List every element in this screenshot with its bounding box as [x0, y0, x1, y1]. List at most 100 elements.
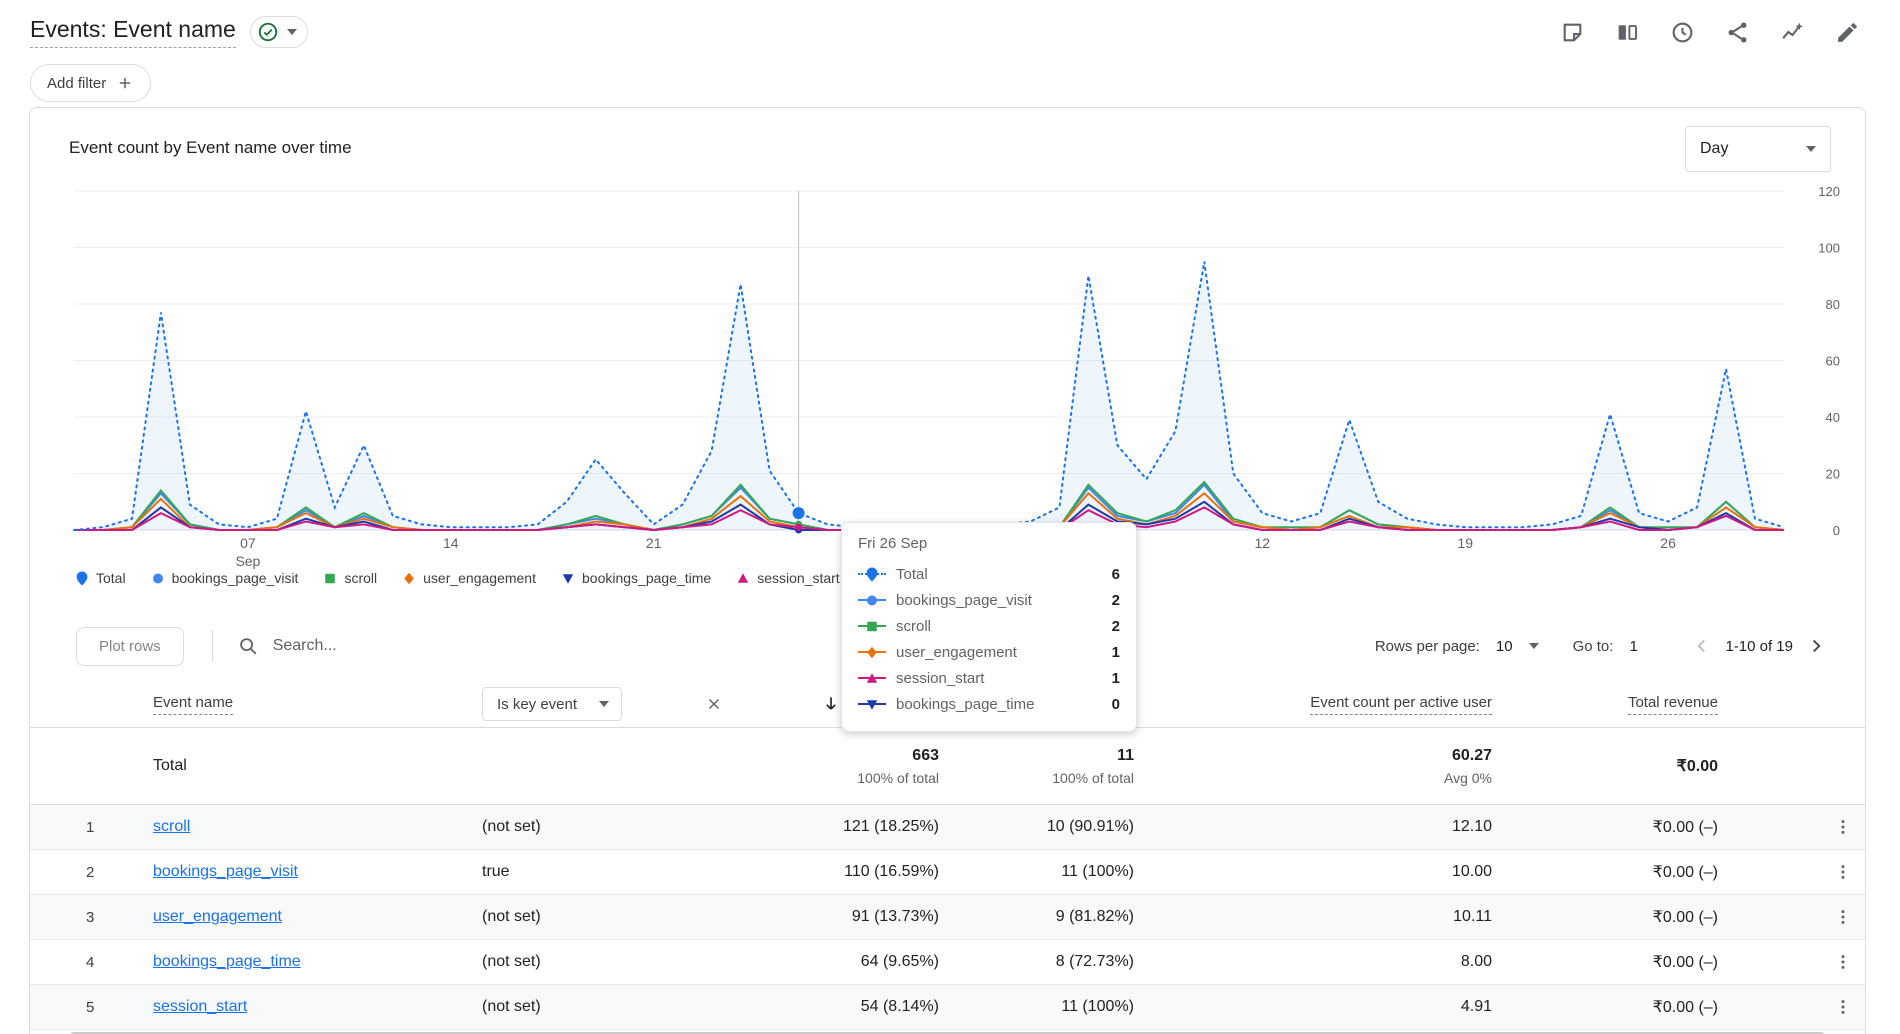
go-to-page-input[interactable] — [1629, 638, 1665, 655]
compare-icon[interactable] — [1615, 20, 1640, 45]
legend-item-bookings-page-time[interactable]: bookings_page_time — [562, 570, 711, 586]
svg-text:120: 120 — [1818, 185, 1840, 199]
event-count-value: 110 (16.59%) — [735, 863, 945, 881]
kebab-menu-icon[interactable] — [1833, 997, 1853, 1017]
tooltip-series-label: Total — [896, 566, 1102, 583]
chevron-down-icon — [287, 29, 297, 35]
event-count-value: 54 (8.14%) — [735, 998, 945, 1016]
event-name-link[interactable]: user_engagement — [153, 908, 282, 925]
event-name-link[interactable]: bookings_page_time — [153, 953, 301, 970]
svg-text:40: 40 — [1826, 410, 1840, 425]
search-input[interactable] — [273, 637, 593, 655]
is-key-event-value: (not set) — [465, 908, 735, 926]
revenue-value: ₹0.00 (–) — [1498, 907, 1724, 927]
insights-icon[interactable] — [1780, 20, 1805, 45]
kebab-menu-icon[interactable] — [1833, 952, 1853, 972]
remove-dimension-icon[interactable] — [705, 695, 723, 713]
kebab-menu-icon[interactable] — [1833, 862, 1853, 882]
event-count-line-chart[interactable]: 02040608010012007Sep14212805Oct121926 — [72, 185, 1862, 575]
events-table: Event name Is key event Event count per … — [30, 681, 1865, 1030]
diamond-marker-icon — [403, 571, 416, 586]
table-row: 3 user_engagement (not set) 91 (13.73%) … — [30, 895, 1865, 940]
total-event-count: 663 — [735, 747, 939, 765]
event-name-link[interactable]: scroll — [153, 818, 190, 835]
diamond-marker-icon — [858, 645, 886, 660]
row-number: 5 — [30, 999, 135, 1016]
check-circle-icon — [257, 21, 279, 43]
legend-label: bookings_page_time — [582, 570, 711, 586]
legend-item-session-start[interactable]: session_start — [737, 570, 839, 586]
row-number: 3 — [30, 909, 135, 926]
event-count-value: 121 (18.25%) — [735, 818, 945, 836]
pagination-range: 1-10 of 19 — [1725, 638, 1793, 655]
tooltip-series-value: 6 — [1112, 566, 1120, 583]
triangle-down-marker-icon — [562, 571, 575, 586]
row-number: 2 — [30, 864, 135, 881]
square-marker-icon — [858, 619, 886, 634]
svg-text:Sep: Sep — [235, 553, 260, 569]
legend-item-user-engagement[interactable]: user_engagement — [403, 570, 536, 586]
circle-marker-icon — [858, 593, 886, 608]
column-header-event-name[interactable]: Event name — [153, 694, 233, 715]
is-key-event-value: true — [465, 863, 735, 881]
legend-label: session_start — [757, 570, 839, 586]
tooltip-series-value: 2 — [1112, 618, 1120, 635]
plus-icon — [116, 74, 134, 92]
svg-text:100: 100 — [1818, 241, 1840, 256]
report-header: Events: Event name — [0, 0, 1900, 48]
per-active-user-value: 8.00 — [1140, 953, 1498, 971]
granularity-select[interactable]: Day — [1685, 126, 1831, 172]
share-icon[interactable] — [1725, 20, 1750, 45]
revenue-value: ₹0.00 (–) — [1498, 997, 1724, 1017]
tooltip-date: Fri 26 Sep — [858, 535, 1120, 552]
total-per-active-user-sub: Avg 0% — [1140, 770, 1492, 786]
event-name-link[interactable]: bookings_page_visit — [153, 863, 298, 880]
pagination: Rows per page: 10 Go to: 1-10 of 19 — [1375, 635, 1827, 657]
table-row: 4 bookings_page_time (not set) 64 (9.65%… — [30, 940, 1865, 985]
edit-icon[interactable] — [1835, 20, 1860, 45]
rows-per-page-label: Rows per page: — [1375, 638, 1480, 655]
legend-item-bookings-page-visit[interactable]: bookings_page_visit — [152, 570, 299, 586]
legend-label: bookings_page_visit — [172, 570, 299, 586]
clock-icon[interactable] — [1670, 20, 1695, 45]
tooltip-row: bookings_page_visit 2 — [858, 587, 1120, 613]
event-count-value: 91 (13.73%) — [735, 908, 945, 926]
total-revenue-value: ₹0.00 — [1498, 756, 1724, 776]
note-icon[interactable] — [1560, 20, 1585, 45]
total-key-events-sub: 100% of total — [945, 770, 1134, 786]
column-header-event-count-per-active-user[interactable]: Event count per active user — [1310, 694, 1492, 715]
chevron-right-icon[interactable] — [1805, 635, 1827, 657]
column-header-total-revenue[interactable]: Total revenue — [1628, 694, 1718, 715]
chevron-left-icon[interactable] — [1691, 635, 1713, 657]
row-number: 4 — [30, 954, 135, 971]
legend-item-scroll[interactable]: scroll — [324, 570, 377, 586]
sort-descending-icon[interactable] — [821, 694, 841, 714]
tooltip-row: user_engagement 1 — [858, 639, 1120, 665]
chevron-down-icon — [599, 701, 609, 707]
kebab-menu-icon[interactable] — [1833, 907, 1853, 927]
triangle-up-marker-icon — [858, 671, 886, 686]
tooltip-series-label: session_start — [896, 670, 1102, 687]
circle-marker-icon — [152, 571, 165, 586]
svg-text:21: 21 — [646, 535, 662, 551]
legend-item-total[interactable]: Total — [76, 570, 126, 586]
tooltip-row: scroll 2 — [858, 613, 1120, 639]
chart-title: Event count by Event name over time — [69, 138, 352, 158]
add-filter-button[interactable]: Add filter — [30, 64, 151, 102]
svg-text:60: 60 — [1826, 354, 1840, 369]
page-title[interactable]: Events: Event name — [30, 16, 236, 48]
is-key-event-value: (not set) — [465, 953, 735, 971]
tooltip-series-value: 1 — [1112, 670, 1120, 687]
plot-rows-button[interactable]: Plot rows — [76, 627, 184, 666]
rows-per-page-select[interactable]: 10 — [1496, 638, 1539, 655]
is-key-event-value: (not set) — [465, 818, 735, 836]
event-name-link[interactable]: session_start — [153, 998, 247, 1015]
secondary-dimension-select[interactable]: Is key event — [482, 687, 622, 721]
chevron-down-icon — [1529, 643, 1539, 649]
per-active-user-value: 10.11 — [1140, 908, 1498, 926]
report-status-pill[interactable] — [250, 16, 308, 48]
tooltip-series-value: 1 — [1112, 644, 1120, 661]
kebab-menu-icon[interactable] — [1833, 817, 1853, 837]
svg-text:14: 14 — [443, 535, 459, 551]
revenue-value: ₹0.00 (–) — [1498, 817, 1724, 837]
